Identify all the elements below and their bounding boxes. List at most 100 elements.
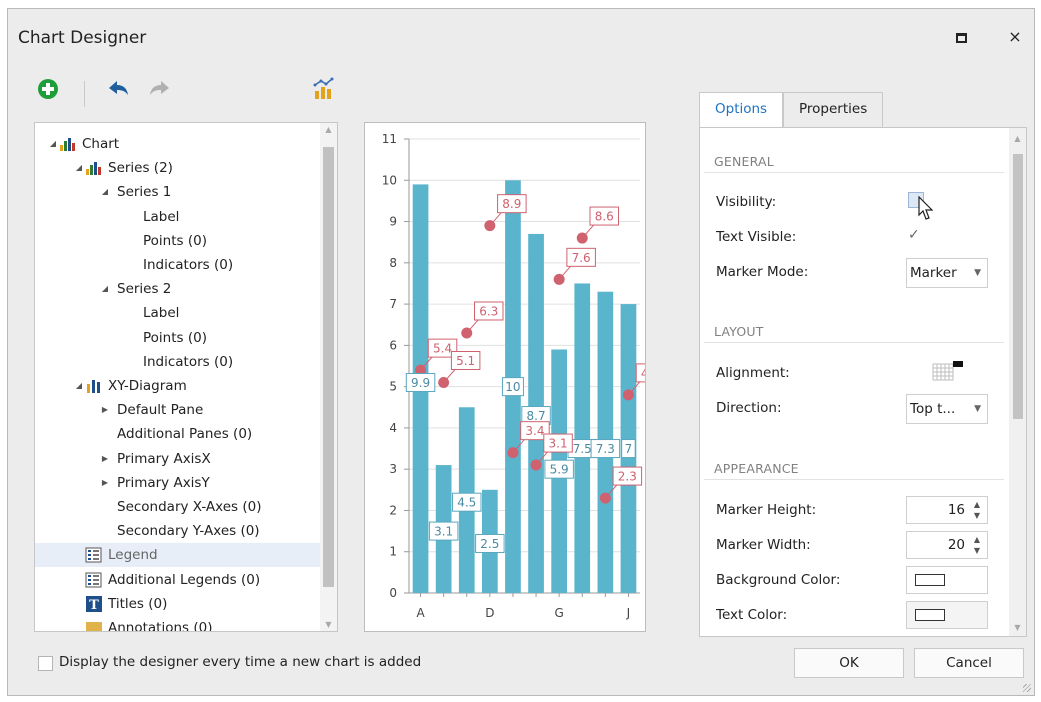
tree-item[interactable]: Secondary X-Axes (0) [35,495,322,519]
tree-item[interactable]: Label [35,301,322,325]
expand-triangle-icon[interactable]: ▶ [99,398,111,422]
chart-preview[interactable]: 0 1 2 3 4 5 6 7 8 9 10 11 A D G J 9.9 3.1 4.5 2.5 10 8.7 5.9 7.… [364,122,666,632]
x-tick-label: A [416,606,425,620]
expand-triangle-icon[interactable]: ▶ [99,447,111,471]
tree-item[interactable]: ◢ Chart [35,132,322,156]
cancel-button[interactable]: Cancel [914,648,1024,678]
collapse-triangle-icon[interactable]: ◢ [99,277,111,301]
scrollbar-thumb[interactable] [323,147,334,587]
marker-height-spinner[interactable]: 16 ▲ ▼ [906,496,988,524]
collapse-triangle-icon[interactable]: ◢ [73,374,85,398]
chart-wizard-button[interactable] [312,77,340,105]
title-icon: T [85,595,103,613]
legend-icon [85,547,103,563]
point-data-label: 5.1 [456,354,475,368]
tree-item-label: Secondary Y-Axes (0) [117,523,260,540]
text-visible-checkbox[interactable]: ✓ [908,227,924,243]
title-bar: Chart Designer × [8,9,1034,65]
tree-item[interactable]: Additional Legends (0) [35,568,322,592]
tree-item-label: Points (0) [143,232,207,249]
tree-scrollbar[interactable]: ▲ ▼ [320,123,337,631]
options-scrollbar[interactable]: ▲ ▼ [1009,128,1026,636]
point-data-label: 5.4 [433,342,452,356]
bar [574,283,591,593]
marker-mode-combo[interactable]: Marker ▼ [906,258,988,288]
direction-label: Direction: [716,400,782,416]
tree-item[interactable]: Annotations (0) [35,616,322,632]
display-designer-checkbox[interactable] [38,656,53,671]
resize-grip[interactable] [1023,684,1031,692]
plus-circle-icon [38,79,58,99]
undo-arrow-icon [109,81,128,95]
undo-button[interactable] [106,77,134,105]
tree-item[interactable]: Additional Panes (0) [35,422,322,446]
spin-arrows-icon[interactable]: ▲ ▼ [971,534,983,556]
add-button[interactable] [36,77,64,105]
y-tick-label: 10 [382,173,397,187]
collapse-triangle-icon[interactable]: ◢ [99,180,111,204]
tree-item-label: Additional Legends (0) [108,571,261,588]
divider [704,479,1004,480]
scroll-up-arrow-icon[interactable]: ▲ [1009,134,1026,143]
tree-item[interactable]: ◢ Series 2 [35,277,322,301]
tree-item[interactable]: ▶ Primary AxisY [35,471,322,495]
close-button[interactable]: × [1002,25,1028,49]
tab-properties[interactable]: Properties [783,92,884,127]
redo-button[interactable] [148,77,176,105]
scroll-down-arrow-icon[interactable]: ▼ [1009,623,1026,632]
display-designer-label: Display the designer every time a new ch… [59,654,422,670]
tree-item-label: Points (0) [143,329,207,346]
point-data-label: 4.8 [641,366,645,380]
tree-item[interactable]: ▶ Primary AxisX [35,447,322,471]
tree-item[interactable]: ◢ Series (2) [35,156,322,180]
marker-width-value: 20 [947,537,965,553]
tree-item-label: Annotations (0) [108,620,213,632]
x-tick-label: G [554,606,563,620]
collapse-triangle-icon[interactable]: ◢ [73,156,85,180]
tree-item[interactable]: T Titles (0) [35,592,322,616]
expand-triangle-icon[interactable]: ▶ [99,471,111,495]
tree-item[interactable]: Legend [35,543,322,568]
svg-text:T: T [89,598,99,612]
tree-item[interactable]: Label [35,205,322,229]
tree-item[interactable]: Points (0) [35,229,322,253]
color-swatch [915,574,945,586]
divider [704,342,1004,343]
scroll-down-arrow-icon[interactable]: ▼ [320,620,337,629]
bar-data-label: 2.5 [480,537,499,551]
section-general: GENERAL [714,154,774,169]
tree-item[interactable]: Points (0) [35,326,322,350]
spin-arrows-icon[interactable]: ▲ ▼ [971,499,983,521]
direction-combo[interactable]: Top t... ▼ [906,394,988,424]
scroll-up-arrow-icon[interactable]: ▲ [320,125,337,134]
y-tick-label: 6 [389,338,397,352]
scrollbar-thumb[interactable] [1013,154,1023,419]
background-color-label: Background Color: [716,572,841,588]
point-data-label: 8.9 [502,197,521,211]
tree-item[interactable]: Indicators (0) [35,350,322,374]
tree-item[interactable]: ◢ XY-Diagram [35,374,322,398]
maximize-button[interactable] [948,25,974,49]
y-tick-label: 4 [389,421,397,435]
ok-button[interactable]: OK [794,648,904,678]
bar-data-label: 7.3 [596,442,615,456]
bar-data-label: 7.5 [573,442,592,456]
bar-chart-icon [59,136,77,152]
toolbar-separator [84,81,85,107]
tree-item[interactable]: ◢ Series 1 [35,180,322,204]
tree-item[interactable]: Indicators (0) [35,253,322,277]
tree-item[interactable]: ▶ Default Pane [35,398,322,422]
tab-options[interactable]: Options [699,92,784,128]
mouse-pointer-icon [918,196,934,220]
chart-designer-window: Chart Designer × ◢ Chart ◢ Series (2) ◢ … [7,8,1035,696]
text-color-picker[interactable] [906,601,988,629]
collapse-triangle-icon[interactable]: ◢ [47,132,59,156]
tree-item[interactable]: Secondary Y-Axes (0) [35,519,322,543]
element-tree[interactable]: ◢ Chart ◢ Series (2) ◢ Series 1 Label Points (0… [34,122,338,632]
point-data-label: 8.6 [595,210,614,224]
alignment-grid-icon[interactable] [932,360,966,382]
xy-diagram-icon [85,378,103,394]
bar-data-label: 8.7 [527,409,546,423]
marker-width-spinner[interactable]: 20 ▲ ▼ [906,531,988,559]
background-color-picker[interactable] [906,566,988,594]
